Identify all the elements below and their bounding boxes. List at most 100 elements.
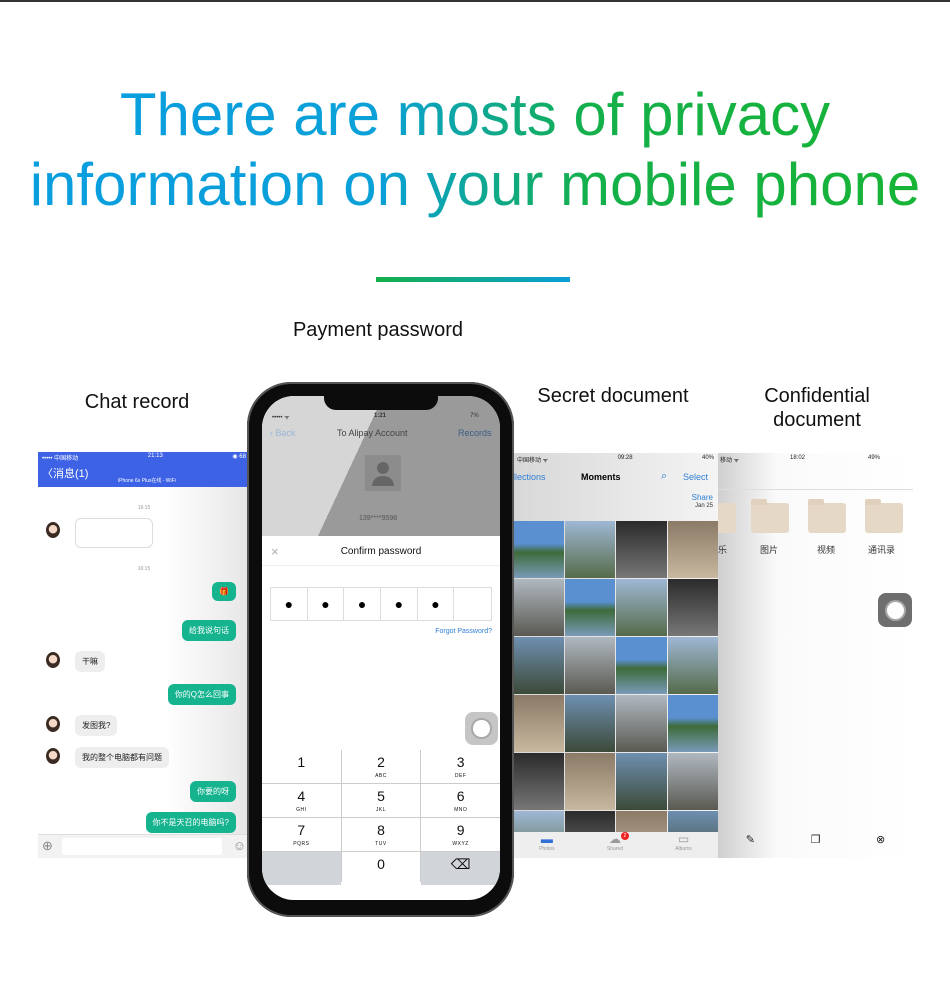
photo-thumbnail[interactable] [616,521,667,578]
photo-thumbnail[interactable] [667,695,718,752]
number-keypad: 1 2 ABC 3 DEF 4 GHI 5 JKL 6 MNO 7 PQRS 8 TUV 9 WXYZ 0 ⌫ [262,750,500,885]
key-digit: 5 [377,788,385,804]
photo-thumbnail[interactable] [564,753,615,810]
payment-screen: ••••• ᯤ 1:21 7% ‹ Back To Alipay Account… [262,396,500,900]
key-letters: GHI [296,807,307,813]
contact-phone-number: 139****9598 [359,515,398,522]
separator [262,565,500,566]
forgot-password-link[interactable]: Forgot Password? [435,628,492,635]
photo-thumbnail[interactable] [667,579,718,636]
delete-icon[interactable]: ⊗ [876,833,885,857]
photo-thumbnail[interactable] [513,579,564,636]
key-digit: 1 [297,754,306,770]
assistive-touch-button[interactable] [465,712,498,745]
avatar [46,716,60,732]
photo-thumbnail[interactable] [667,753,718,810]
chat-input[interactable] [62,838,222,855]
signal-icon: ••••• ᯤ [272,415,290,421]
moment-date: Jan 25 [694,503,713,509]
password-digit: ● [308,588,345,620]
headline-line-2: information on your mobile phone [0,150,950,220]
photo-thumbnail[interactable] [616,579,667,636]
photos-title: Moments [581,472,621,482]
photo-thumbnail[interactable] [616,695,667,752]
select-button[interactable]: Select [683,472,708,482]
copy-icon[interactable]: ❐ [811,833,821,857]
photo-thumbnail[interactable] [667,637,718,694]
tab-shared[interactable]: ☁ Shared 2 [607,832,629,858]
photo-thumbnail[interactable] [513,521,564,578]
sticker-message [75,518,153,548]
voice-icon[interactable]: ⊕ [42,838,53,854]
photo-thumbnail[interactable] [667,521,718,578]
photo-thumbnail[interactable] [564,579,615,636]
avatar [46,522,60,538]
edit-icon[interactable]: ✎ [746,833,755,857]
assistive-touch-button[interactable] [878,593,912,627]
key-digit: 6 [456,788,465,804]
key-1[interactable]: 1 [262,750,341,783]
key-digit: 3 [456,754,465,770]
back-button[interactable]: ‹ Back [270,428,296,438]
key-8[interactable]: 8 TUV [341,818,421,851]
key-digit: 9 [456,822,465,838]
password-field[interactable]: ● ● ● ● ● [270,587,492,621]
tab-label: Photos [539,846,555,852]
folder-icon[interactable] [808,499,846,533]
photo-thumbnail[interactable] [616,753,667,810]
chat-message: 你不是天召的电脑吗? [145,812,236,833]
key-letters: WXYZ [452,841,469,847]
back-button[interactable]: 〈消息(1) [42,465,88,481]
tab-albums[interactable]: ▭ Albums [675,832,692,858]
photos-screen: 中国移动 ᯤ 09:28 40% llections Moments ⌕ Selec… [513,453,718,858]
key-9[interactable]: 9 WXYZ [421,818,500,851]
key-5[interactable]: 5 JKL [341,784,421,817]
photo-thumbnail[interactable] [616,637,667,694]
badge: 2 [620,832,629,840]
battery: 7% [470,413,479,419]
label-chat-record: Chat record [84,391,190,413]
emoji-icon[interactable]: ☺ [233,838,246,853]
key-letters: DEF [454,773,467,779]
battery: 40% [701,455,714,461]
photo-thumbnail[interactable] [513,753,564,810]
password-digit: ● [381,588,418,620]
key-0[interactable]: 0 [341,852,421,885]
chat-message: 🎁 [212,582,236,601]
folder-icon[interactable] [751,499,789,533]
tab-photos[interactable]: ▬ Photos [539,832,555,858]
key-2[interactable]: 2 ABC [341,750,421,783]
key-6[interactable]: 6 MNO [421,784,500,817]
password-digit [454,588,491,620]
headline-line-1: There are mosts of privacy [0,80,950,150]
folder-icon[interactable] [865,499,903,533]
collections-button[interactable]: llections [513,472,546,482]
folder-icon[interactable] [718,503,736,533]
battery: ◉ 68 [232,454,246,460]
photo-thumbnail[interactable] [513,637,564,694]
search-icon[interactable]: ⌕ [661,470,667,483]
photo-thumbnail[interactable] [564,521,615,578]
chat-message: 你的Q怎么回事 [167,684,236,705]
photo-thumbnail[interactable] [564,637,615,694]
key-4[interactable]: 4 GHI [262,784,341,817]
photo-thumbnail[interactable] [513,695,564,752]
folder-label: 乐 [718,545,728,555]
carrier: 移动 ᯤ [720,458,740,464]
device-status: iPhone 6s Plus在线 - WiFi [118,478,176,484]
timestamp: 16:15 [137,566,151,572]
records-button[interactable]: Records [458,428,492,438]
carrier: 中国移动 ᯤ [517,458,549,464]
share-button[interactable]: Share [692,493,713,502]
key-7[interactable]: 7 PQRS [262,818,341,851]
status-time: 21:13 [147,453,163,459]
key-letters: JKL [375,807,387,813]
files-screen: 移动 ᯤ 18:02 49% 乐 图片 视频 通讯录 ✎ ❐ ⊗ [718,453,913,858]
divider [376,277,570,282]
photo-grid [513,521,718,858]
empty-key[interactable] [262,852,341,885]
backspace-key[interactable]: ⌫ [421,852,500,885]
key-3[interactable]: 3 DEF [421,750,500,783]
photo-thumbnail[interactable] [564,695,615,752]
battery: 49% [868,455,881,461]
